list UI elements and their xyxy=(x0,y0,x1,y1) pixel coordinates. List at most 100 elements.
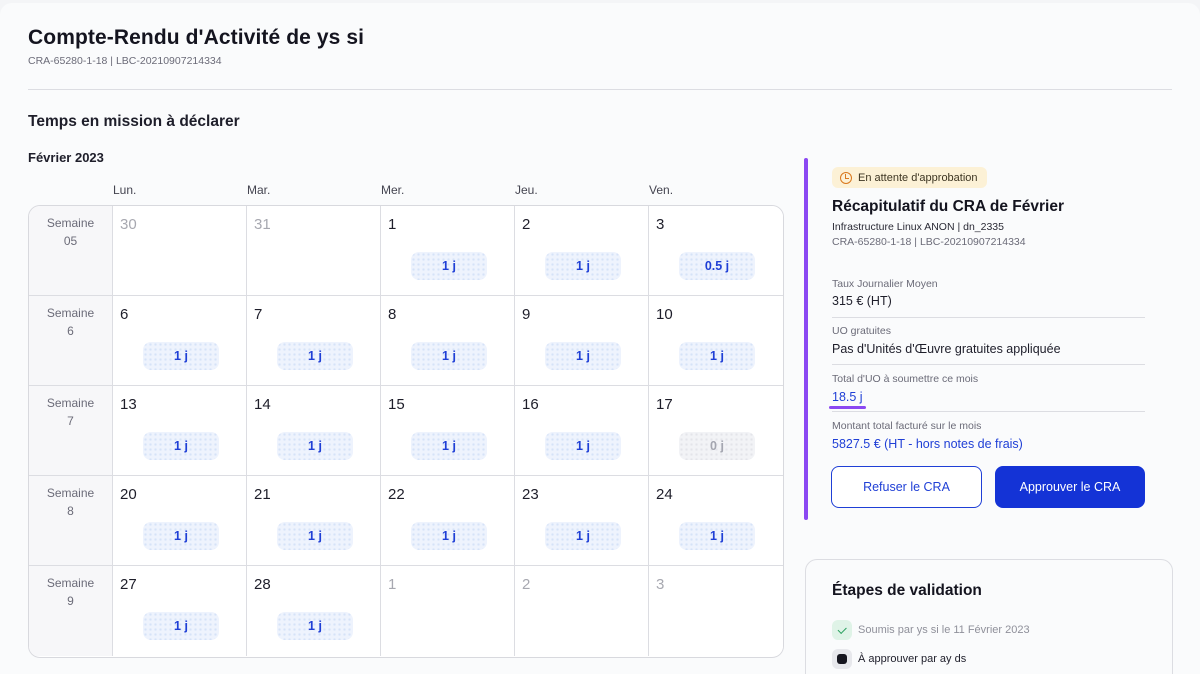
day-value-chip[interactable]: 1 j xyxy=(545,342,621,370)
field-divider xyxy=(832,364,1145,365)
calendar-day-cell[interactable]: 21 1 j xyxy=(247,476,381,566)
calendar-day-cell[interactable]: 1 1 j xyxy=(381,206,515,296)
field-divider xyxy=(832,317,1145,318)
amount-label: Montant total facturé sur le mois xyxy=(832,420,982,432)
validation-step-label: À approuver par ay ds xyxy=(858,653,967,665)
day-value-chip[interactable]: 1 j xyxy=(545,522,621,550)
uo-free-value: Pas d'Unités d'Œuvre gratuites appliquée xyxy=(832,342,1061,356)
calendar-day-cell[interactable]: 3 0.5 j xyxy=(649,206,783,296)
status-badge-label: En attente d'approbation xyxy=(858,171,978,184)
week-label: Semaine 05 xyxy=(29,206,113,296)
calendar-day-cell: 2 xyxy=(515,566,649,656)
clock-icon xyxy=(840,171,852,184)
calendar-day-cell[interactable]: 14 1 j xyxy=(247,386,381,476)
calendar-day-cell[interactable]: 2 1 j xyxy=(515,206,649,296)
calendar-day-cell[interactable]: 7 1 j xyxy=(247,296,381,386)
calendar-day-cell[interactable]: 6 1 j xyxy=(113,296,247,386)
day-value-chip[interactable]: 1 j xyxy=(143,522,219,550)
day-number: 23 xyxy=(522,486,539,503)
validation-steps-title: Étapes de validation xyxy=(832,582,982,599)
calendar-day-cell[interactable]: 10 1 j xyxy=(649,296,783,386)
summary-title: Récapitulatif du CRA de Février xyxy=(832,198,1064,215)
day-number: 30 xyxy=(120,216,137,233)
day-number: 28 xyxy=(254,576,271,593)
page-title: Compte-Rendu d'Activité de ys si xyxy=(28,26,365,49)
day-value-chip[interactable]: 1 j xyxy=(679,522,755,550)
day-number: 7 xyxy=(254,306,263,323)
approve-cra-button[interactable]: Approuver le CRA xyxy=(995,466,1145,508)
pending-icon xyxy=(832,649,852,669)
validation-step-label: Soumis par ys si le 11 Février 2023 xyxy=(858,624,1030,636)
day-header-thu: Jeu. xyxy=(515,183,538,197)
calendar-day-cell[interactable]: 9 1 j xyxy=(515,296,649,386)
day-value-chip[interactable]: 1 j xyxy=(277,432,353,460)
day-number: 15 xyxy=(388,396,405,413)
check-icon xyxy=(832,620,852,640)
page-subtitle: CRA-65280-1-18 | LBC-20210907214334 xyxy=(28,55,222,67)
day-number: 14 xyxy=(254,396,271,413)
uo-total-value: 18.5 j xyxy=(832,390,863,404)
field-divider xyxy=(832,411,1145,412)
day-number: 21 xyxy=(254,486,271,503)
day-number: 13 xyxy=(120,396,137,413)
day-header-mon: Lun. xyxy=(113,183,137,197)
calendar-day-cell: 3 xyxy=(649,566,783,656)
day-value-chip[interactable]: 1 j xyxy=(143,432,219,460)
divider xyxy=(28,89,1172,90)
tjm-label: Taux Journalier Moyen xyxy=(832,278,938,290)
day-number: 20 xyxy=(120,486,137,503)
status-badge: En attente d'approbation xyxy=(832,167,987,188)
calendar-day-cell[interactable]: 15 1 j xyxy=(381,386,515,476)
day-value-chip[interactable]: 1 j xyxy=(411,522,487,550)
day-number: 8 xyxy=(388,306,397,323)
calendar-day-cell[interactable]: 17 0 j xyxy=(649,386,783,476)
calendar-grid: Semaine 05 30 31 1 1 j21 j 3 0.5 j Semaine 6 6 1 j7… xyxy=(28,205,784,658)
month-label: Février 2023 xyxy=(28,150,104,165)
calendar-day-cell: 30 xyxy=(113,206,247,296)
day-number: 9 xyxy=(522,306,531,323)
day-value-chip[interactable]: 1 j xyxy=(411,432,487,460)
day-value-chip[interactable]: 1 j xyxy=(545,252,621,280)
week-label: Semaine 8 xyxy=(29,476,113,566)
day-number: 31 xyxy=(254,216,271,233)
day-value-chip[interactable]: 1 j xyxy=(545,432,621,460)
day-value-chip[interactable]: 1 j xyxy=(411,252,487,280)
day-value-chip[interactable]: 1 j xyxy=(143,612,219,640)
day-number: 2 xyxy=(522,216,531,233)
day-value-chip[interactable]: 0.5 j xyxy=(679,252,755,280)
day-number: 24 xyxy=(656,486,673,503)
day-value-chip[interactable]: 1 j xyxy=(143,342,219,370)
summary-mission: Infrastructure Linux ANON | dn_2335 xyxy=(832,221,1004,233)
validation-step-submitted: Soumis par ys si le 11 Février 2023 xyxy=(832,620,1030,640)
day-number: 27 xyxy=(120,576,137,593)
day-number: 16 xyxy=(522,396,539,413)
uo-free-label: UO gratuites xyxy=(832,325,891,337)
calendar-day-cell[interactable]: 28 1 j xyxy=(247,566,381,656)
calendar-day-cell[interactable]: 13 1 j xyxy=(113,386,247,476)
day-number: 1 xyxy=(388,576,397,593)
day-number: 3 xyxy=(656,576,665,593)
day-number: 17 xyxy=(656,396,673,413)
calendar-day-cell[interactable]: 16 1 j xyxy=(515,386,649,476)
calendar-day-cell[interactable]: 20 1 j xyxy=(113,476,247,566)
calendar-day-cell[interactable]: 22 1 j xyxy=(381,476,515,566)
day-header-fri: Ven. xyxy=(649,183,674,197)
calendar-day-cell[interactable]: 24 1 j xyxy=(649,476,783,566)
day-number: 6 xyxy=(120,306,129,323)
summary-accent-bar xyxy=(804,158,808,520)
day-value-chip[interactable]: 1 j xyxy=(277,522,353,550)
calendar-day-cell[interactable]: 8 1 j xyxy=(381,296,515,386)
calendar-day-cell[interactable]: 27 1 j xyxy=(113,566,247,656)
day-value-chip[interactable]: 0 j xyxy=(679,432,755,460)
refuse-cra-button[interactable]: Refuser le CRA xyxy=(831,466,982,508)
week-label: Semaine 9 xyxy=(29,566,113,656)
day-number: 3 xyxy=(656,216,665,233)
day-value-chip[interactable]: 1 j xyxy=(277,612,353,640)
day-number: 2 xyxy=(522,576,531,593)
amount-value: 5827.5 € (HT - hors notes de frais) xyxy=(832,437,1023,451)
calendar-day-cell: 1 xyxy=(381,566,515,656)
day-value-chip[interactable]: 1 j xyxy=(277,342,353,370)
day-value-chip[interactable]: 1 j xyxy=(679,342,755,370)
day-value-chip[interactable]: 1 j xyxy=(411,342,487,370)
calendar-day-cell[interactable]: 23 1 j xyxy=(515,476,649,566)
